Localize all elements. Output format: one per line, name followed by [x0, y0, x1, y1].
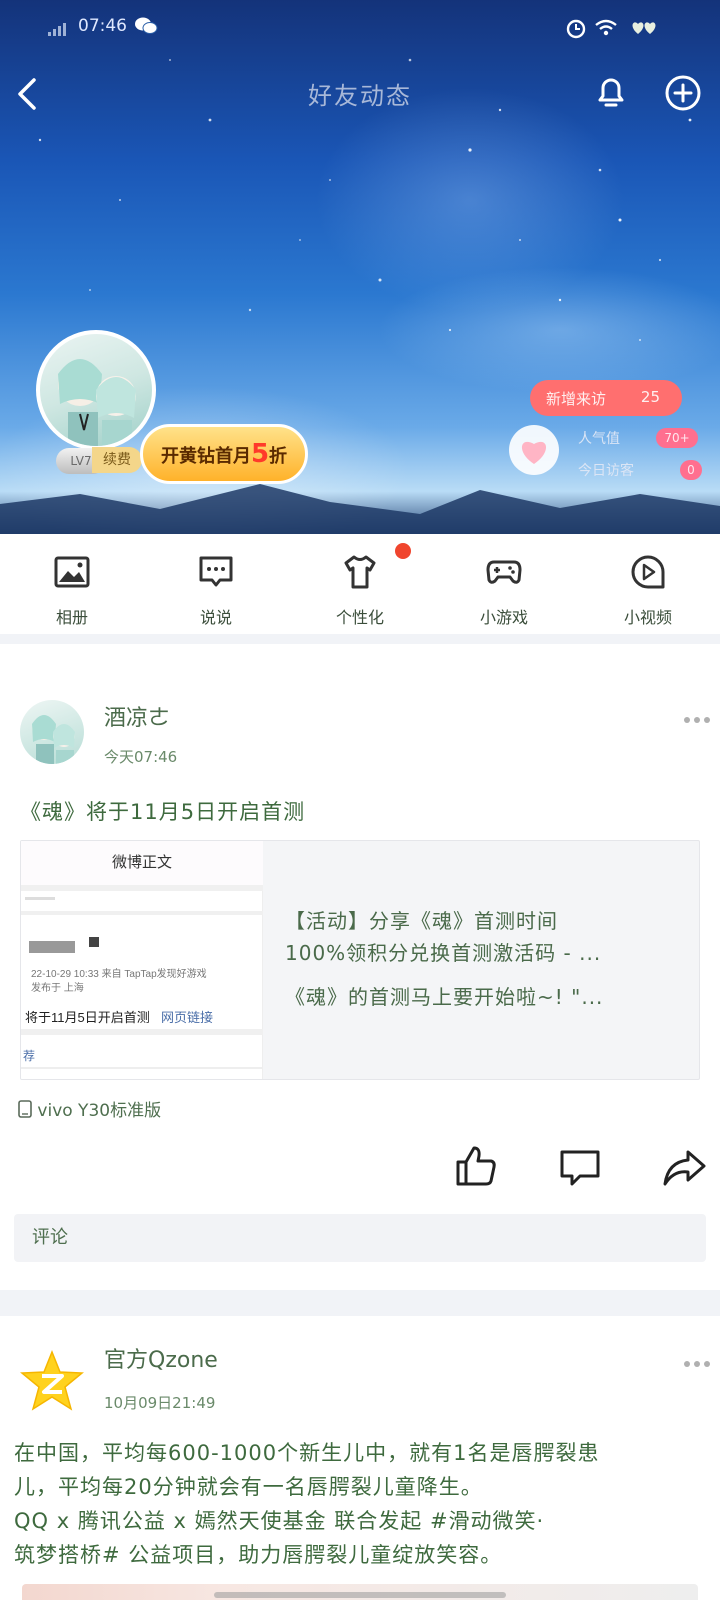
status-bar: 07:46 [0, 0, 720, 56]
nav-personalize-label: 个性化 [335, 608, 384, 627]
comment-button[interactable] [558, 1146, 602, 1190]
post-text-line: 儿，平均每20分钟就会有一名唇腭裂儿童降生。 [14, 1475, 483, 1499]
page-title: 好友动态 [308, 82, 412, 110]
home-indicator[interactable] [214, 1592, 506, 1598]
status-time: 07:46 [78, 16, 127, 36]
post-time: 今天07:46 [104, 748, 178, 766]
nav-moments-label: 说说 [199, 608, 232, 627]
signal-icon [48, 23, 66, 36]
wifi-icon [595, 19, 617, 36]
thumbnail-title: 微博正文 [21, 841, 263, 885]
nav-album[interactable]: 相册 [12, 534, 132, 634]
blurred-icon [89, 937, 99, 947]
wechat-icon [135, 17, 158, 34]
section-divider [0, 634, 720, 644]
more-options-button[interactable] [682, 1358, 712, 1370]
popularity-value: 70+ [656, 428, 698, 448]
thumbnail-web-link: 网页链接 [161, 1010, 214, 1025]
thumbnail-divider [21, 911, 263, 915]
post-text: 在中国，平均每600-1000个新生儿中，就有1名是唇腭裂患 儿，平均每20分钟… [14, 1436, 714, 1572]
nav-minigames-label: 小游戏 [479, 608, 528, 627]
battery-icon [632, 22, 656, 34]
tshirt-icon [344, 555, 376, 589]
thumbnail-recommend: 荐 [23, 1049, 36, 1063]
today-visitors-label: 今日访客 [578, 463, 634, 479]
share-button[interactable] [662, 1146, 706, 1190]
back-button[interactable] [12, 74, 44, 114]
phone-icon [18, 1100, 32, 1118]
notification-bell-button[interactable] [592, 72, 630, 112]
anime-avatar-image [58, 359, 136, 446]
device-name: vivo Y30标准版 [37, 1101, 162, 1121]
card-title-line2: 100%领积分兑换首测激活码 - ... [285, 941, 602, 965]
more-options-button[interactable] [682, 714, 712, 726]
post-text-line: 筑梦搭桥# 公益项目，助力唇腭裂儿童绽放笑容。 [14, 1543, 503, 1567]
like-button[interactable] [454, 1144, 498, 1188]
gamepad-icon [486, 560, 522, 584]
chat-bubble-icon [199, 556, 233, 587]
new-visitors-pill[interactable]: 新增来访 25 [530, 380, 682, 416]
nav-moments[interactable]: 说说 [156, 534, 276, 634]
thumbnail-main-text: 将于11月5日开启首测 [25, 1010, 150, 1025]
post-author-avatar[interactable] [20, 700, 84, 764]
post-text: 《魂》将于11月5日开启首测 [20, 800, 306, 824]
card-description: 《魂》的首测马上要开始啦~! "... [285, 985, 604, 1009]
new-visitors-label: 新增来访 [546, 390, 607, 408]
new-badge-dot [395, 543, 411, 559]
card-title-line1: 【活动】分享《魂》首测时间 [285, 909, 558, 933]
thumbnail-placeholder-line [25, 897, 55, 900]
nav-album-label: 相册 [55, 608, 88, 627]
thumbnail-divider [21, 1067, 263, 1069]
nav-minigames[interactable]: 小游戏 [444, 534, 564, 634]
popularity-label: 人气值 [578, 431, 620, 447]
today-visitors-value: 0 [680, 460, 702, 480]
yellow-diamond-promo-button[interactable]: 开黄钻首月5折 [140, 424, 308, 484]
profile-avatar[interactable] [36, 330, 156, 450]
thumbnail-divider [21, 885, 263, 891]
nav-short-video-label: 小视频 [623, 608, 672, 627]
thumbnail-divider [21, 1029, 263, 1035]
promo-suffix: 折 [269, 446, 288, 467]
post-author-name[interactable]: 官方Qzone [104, 1342, 218, 1374]
device-info: vivo Y30标准版 [18, 1096, 161, 1121]
feature-nav: 相册 说说 个性化 小游戏 小视频 [0, 534, 720, 634]
thumbnail-meta-location: 发布于 上海 [31, 983, 84, 994]
alarm-icon [566, 19, 586, 39]
post-time: 10月09日21:49 [104, 1394, 216, 1412]
new-visitors-count: 25 [640, 388, 660, 406]
anime-avatar-image [32, 715, 75, 764]
album-icon [54, 556, 90, 588]
section-divider [0, 1290, 720, 1316]
link-thumbnail: 微博正文 22-10-29 10:33 来自 TapTap发现好游戏 发布于 上… [21, 841, 263, 1079]
video-play-icon [631, 555, 665, 589]
heart-icon[interactable] [508, 424, 560, 476]
promo-prefix: 开黄钻首月 [160, 446, 251, 467]
promo-highlight: 5 [250, 439, 270, 469]
profile-cover[interactable]: 07:46 好友动态 LV7 续费 开黄钻首月5折 新增来访 25 人气值 70… [0, 0, 720, 534]
shared-link-card[interactable]: 微博正文 22-10-29 10:33 来自 TapTap发现好游戏 发布于 上… [20, 840, 700, 1080]
post-author-name[interactable]: 酒凉ㄜ [104, 700, 170, 732]
blurred-username [29, 941, 75, 953]
add-post-button[interactable] [664, 74, 702, 112]
post-text-line: QQ x 腾讯公益 x 嫣然天使基金 联合发起 #滑动微笑· [14, 1509, 545, 1533]
nav-short-video[interactable]: 小视频 [588, 534, 708, 634]
post-text-line: 在中国，平均每600-1000个新生儿中，就有1名是唇腭裂患 [14, 1441, 600, 1465]
thumbnail-meta-source: 22-10-29 10:33 来自 TapTap发现好游戏 [31, 969, 207, 980]
qzone-star-logo-icon[interactable] [18, 1348, 86, 1416]
comment-input[interactable]: 评论 [14, 1214, 706, 1262]
renew-button[interactable]: 续费 [92, 447, 142, 473]
